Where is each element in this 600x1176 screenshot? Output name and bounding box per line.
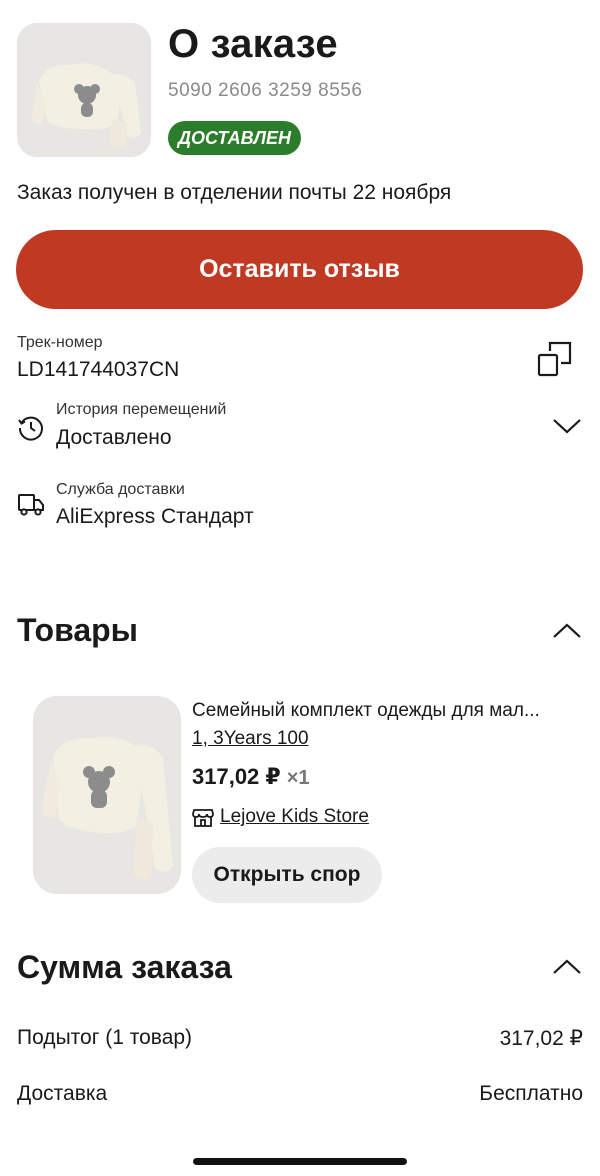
- delivery-cost-value: Бесплатно: [479, 1082, 583, 1105]
- summary-section-title: Сумма заказа: [17, 949, 232, 985]
- subtotal-value: 317,02 ₽: [499, 1027, 583, 1050]
- tracking-number: LD141744037CN: [17, 358, 180, 381]
- history-label: История перемещений: [56, 401, 227, 418]
- store-link[interactable]: Lejove Kids Store: [220, 806, 369, 828]
- clothing-image: [33, 696, 181, 894]
- open-dispute-button[interactable]: Открыть спор: [192, 847, 382, 903]
- product-price-line: 317,02 ₽ ×1: [192, 764, 310, 790]
- shipping-value: AliExpress Стандарт: [56, 505, 254, 528]
- tracking-label: Трек-номер: [17, 334, 103, 351]
- product-variant[interactable]: 1, 3Years 100: [192, 728, 309, 750]
- chevron-up-icon[interactable]: [552, 620, 582, 642]
- status-badge: ДОСТАВЛЕН: [168, 121, 301, 155]
- page-title: О заказе: [168, 22, 338, 66]
- store-icon: [192, 806, 214, 828]
- truck-icon: [17, 492, 45, 518]
- delivery-cost-label: Доставка: [17, 1082, 108, 1105]
- product-title[interactable]: Семейный комплект одежды для мал...: [192, 700, 540, 722]
- shipping-label: Служба доставки: [56, 481, 185, 498]
- leave-review-button[interactable]: Оставить отзыв: [16, 230, 583, 309]
- product-price: 317,02 ₽: [192, 764, 281, 789]
- product-quantity: ×1: [286, 767, 310, 789]
- home-indicator[interactable]: [193, 1158, 407, 1165]
- history-clock-icon: [17, 414, 45, 442]
- order-thumbnail[interactable]: [17, 23, 151, 157]
- chevron-down-icon[interactable]: [552, 415, 582, 437]
- clothing-image: [17, 23, 151, 157]
- history-value: Доставлено: [56, 426, 172, 449]
- order-number: 5090 2606 3259 8556: [168, 80, 363, 101]
- chevron-up-icon[interactable]: [552, 956, 582, 978]
- product-image[interactable]: [33, 696, 181, 894]
- subtotal-label: Подытог (1 товар): [17, 1026, 193, 1049]
- copy-icon[interactable]: [536, 340, 574, 378]
- delivery-note: Заказ получен в отделении почты 22 ноябр…: [17, 181, 452, 204]
- items-section-title: Товары: [17, 612, 138, 648]
